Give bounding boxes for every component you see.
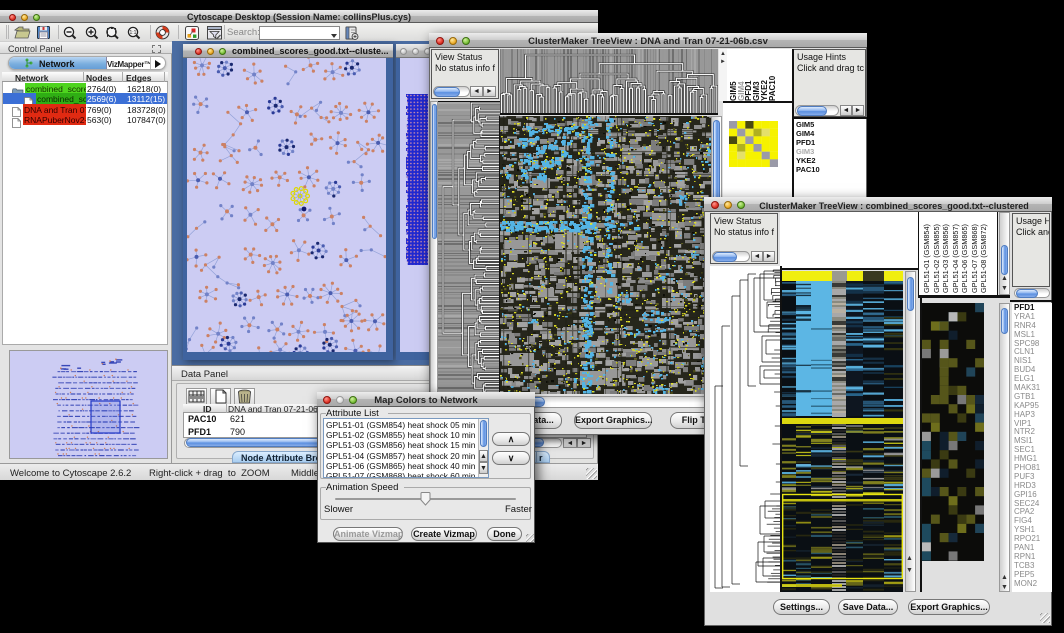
svg-text:1:1: 1:1 bbox=[130, 30, 137, 36]
